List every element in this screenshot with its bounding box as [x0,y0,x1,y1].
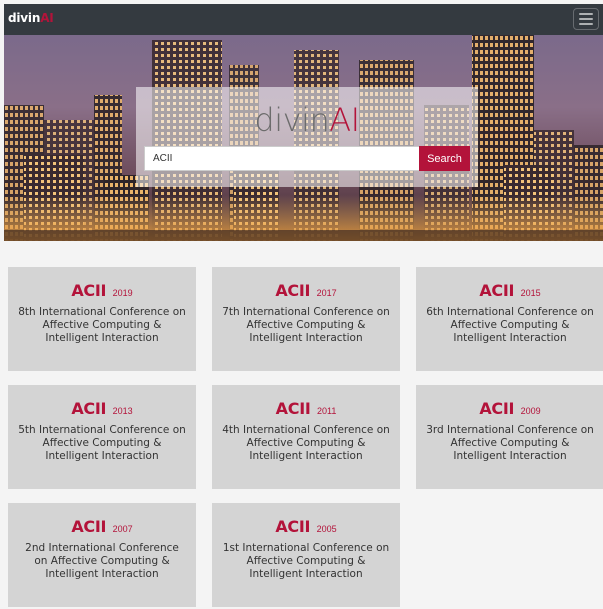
card-acronym: ACII [71,281,107,300]
card-description: 2nd International Conference on Affectiv… [25,542,179,580]
conference-card[interactable]: ACII 2005 1st International Conference o… [212,503,400,607]
menu-bar [579,23,593,25]
card-acronym: ACII [71,517,107,536]
card-description: 8th International Conference on Affectiv… [18,306,186,344]
conference-card[interactable]: ACII 2017 7th International Conference o… [212,267,400,371]
card-title: ACII 2015 [416,281,603,301]
hero-logo-main: divin [254,101,330,139]
hamburger-menu-icon[interactable] [573,8,599,30]
card-description: 7th International Conference on Affectiv… [222,306,390,344]
card-acronym: ACII [479,281,515,300]
card-acronym: ACII [275,281,311,300]
brand-accent: AI [40,11,54,25]
card-year: 2005 [316,524,337,534]
card-title: ACII 2013 [8,399,196,419]
hero-logo-accent: AI [329,101,360,139]
conference-card[interactable]: ACII 2019 8th International Conference o… [8,267,196,371]
conference-card[interactable]: ACII 2009 3rd International Conference o… [416,385,603,489]
brand-logo[interactable]: divinAI [8,11,54,25]
card-description: 3rd International Conference on Affectiv… [426,424,594,462]
card-year: 2011 [316,406,337,416]
card-title: ACII 2009 [416,399,603,419]
conference-card[interactable]: ACII 2015 6th International Conference o… [416,267,603,371]
card-title: ACII 2005 [212,517,400,537]
card-description: 5th International Conference on Affectiv… [18,424,186,462]
card-acronym: ACII [275,517,311,536]
card-description: 4th International Conference on Affectiv… [222,424,390,462]
card-year: 2017 [316,288,337,298]
card-acronym: ACII [71,399,107,418]
conference-card[interactable]: ACII 2013 5th International Conference o… [8,385,196,489]
card-title: ACII 2007 [8,517,196,537]
search-button[interactable]: Search [419,146,470,171]
search-panel: divinAI Search [136,87,478,187]
card-title: ACII 2019 [8,281,196,301]
menu-bar [579,18,593,20]
card-year: 2013 [112,406,133,416]
card-title: ACII 2017 [212,281,400,301]
card-description: 6th International Conference on Affectiv… [426,306,594,344]
conference-card[interactable]: ACII 2011 4th International Conference o… [212,385,400,489]
menu-bar [579,13,593,15]
hero-logo: divinAI [136,101,478,139]
card-title: ACII 2011 [212,399,400,419]
search-input[interactable] [144,146,420,171]
card-year: 2019 [112,288,133,298]
card-year: 2015 [520,288,541,298]
brand-main: divin [8,11,41,25]
card-acronym: ACII [275,399,311,418]
top-navbar: divinAI [4,4,603,35]
card-acronym: ACII [479,399,515,418]
conference-card[interactable]: ACII 2007 2nd International Conference o… [8,503,196,607]
card-description: 1st International Conference on Affectiv… [222,542,390,580]
hero-banner: divinAI Search [4,35,603,241]
card-year: 2009 [520,406,541,416]
card-year: 2007 [112,524,133,534]
